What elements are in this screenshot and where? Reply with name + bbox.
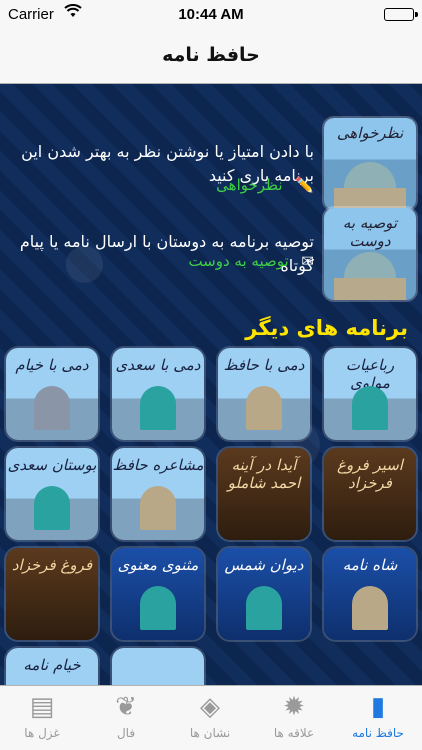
feedback-link-label: نظرخواهی [216,176,283,194]
envelope-icon: ✉ [301,252,314,270]
app-tile[interactable]: شاه نامه [324,548,416,640]
app-tile[interactable]: دمی با سعدی [112,348,204,440]
page-title: حافظ نامه [162,44,260,66]
feedback-row[interactable]: نظرخواهی با دادن امتیاز یا نوشتن نظر به … [0,118,422,218]
pencil-icon: ✏️ [295,176,314,194]
app-tile[interactable]: مثنوی معنوی [112,548,204,640]
app-tile[interactable]: فروغ فرخزاد [6,548,98,640]
feedback-link[interactable]: نظرخواهی ✏️ [216,176,314,194]
tab-ghazals[interactable]: ▤ غزل ها [0,686,84,750]
tab-bookmarks[interactable]: ◈ نشان ها [168,686,252,750]
clock: 10:44 AM [178,6,244,23]
sun-icon: ✹ [283,692,305,722]
app-tile[interactable]: بوستان سعدی [6,448,98,540]
section-title: برنامه های دیگر [245,316,408,340]
battery-icon [384,8,418,21]
main-content[interactable]: نظرخواهی با دادن امتیاز یا نوشتن نظر به … [0,84,422,685]
recommend-link[interactable]: توصیه به دوست ✉ [188,252,314,270]
tab-favorites[interactable]: ✹ علاقه ها [252,686,336,750]
tab-hafez-nameh-label: حافظ نامه [352,726,404,740]
tab-hafez-nameh[interactable]: ▮ حافظ نامه [336,686,420,750]
tag-icon: ◈ [200,692,220,722]
app-tile[interactable]: مشاعره حافظ [112,448,204,540]
tab-fal-label: فال [116,726,136,740]
tab-bookmarks-label: نشان ها [189,726,231,740]
app-tile[interactable]: اسیر فروغ فرخزاد [324,448,416,540]
app-tile[interactable]: دمی با حافظ [218,348,310,440]
app-tile[interactable]: دیوان شمس [218,548,310,640]
app-tile[interactable]: دمی با خیام [6,348,98,440]
tab-favorites-label: علاقه ها [273,726,315,740]
app-tile[interactable] [112,648,204,685]
feedback-thumb-caption: نظرخواهی [336,124,404,142]
recommend-row[interactable]: توصیه به دوست توصیه برنامه به دوستان با … [0,208,422,308]
navigation-bar: حافظ نامه [0,30,422,84]
recommend-link-label: توصیه به دوست [188,252,289,270]
app-tile[interactable]: خیام نامه [6,648,98,685]
recommend-thumbnail[interactable]: توصیه به دوست [324,208,416,300]
status-bar: Carrier 10:44 AM [0,0,422,30]
tab-bar: ▤ غزل ها ❦ فال ◈ نشان ها ✹ علاقه ها ▮ حا… [0,685,422,750]
tab-ghazals-label: غزل ها [24,726,60,740]
book-grid-icon: ▤ [29,692,55,722]
feedback-thumbnail[interactable]: نظرخواهی [324,118,416,210]
bird-icon: ❦ [115,692,137,722]
recommend-thumb-caption: توصیه به دوست [342,214,398,250]
book-icon: ▮ [370,692,386,722]
app-tile[interactable]: رباعیات مولوی [324,348,416,440]
tab-fal[interactable]: ❦ فال [84,686,168,750]
app-tile[interactable]: آیدا در آینه احمد شاملو [218,448,310,540]
